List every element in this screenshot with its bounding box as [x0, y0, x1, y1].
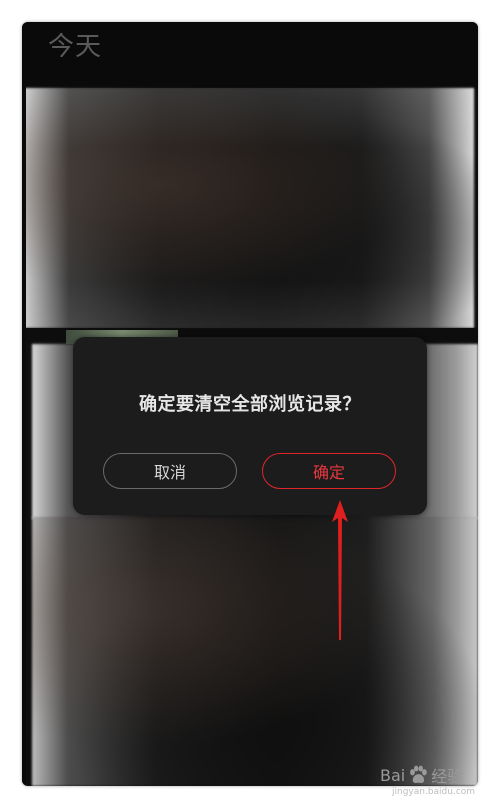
watermark-brand-left: Bai — [380, 765, 406, 785]
paw-icon — [410, 765, 428, 783]
section-title-today: 今天 — [48, 32, 103, 62]
history-item-thumbnail[interactable] — [32, 517, 478, 786]
cancel-button[interactable]: 取消 — [103, 453, 237, 489]
phone-screen: 今天 确定要清空全部浏览记录？ 取消 确定 — [22, 22, 478, 786]
watermark-brand-right: 经验 — [431, 767, 464, 786]
baidu-jingyan-watermark: Bai 经验 — [380, 760, 463, 790]
history-header: 今天 — [22, 22, 478, 90]
dialog-message: 确定要清空全部浏览记录？ — [139, 394, 361, 415]
annotation-arrow-icon — [332, 500, 348, 640]
confirm-clear-dialog: 确定要清空全部浏览记录？ 取消 确定 — [73, 337, 427, 515]
confirm-button[interactable]: 确定 — [262, 453, 396, 489]
left-edge — [22, 22, 26, 786]
watermark-url: jingyan.baidu.com — [392, 787, 476, 797]
thumbnail-shade — [24, 88, 474, 328]
